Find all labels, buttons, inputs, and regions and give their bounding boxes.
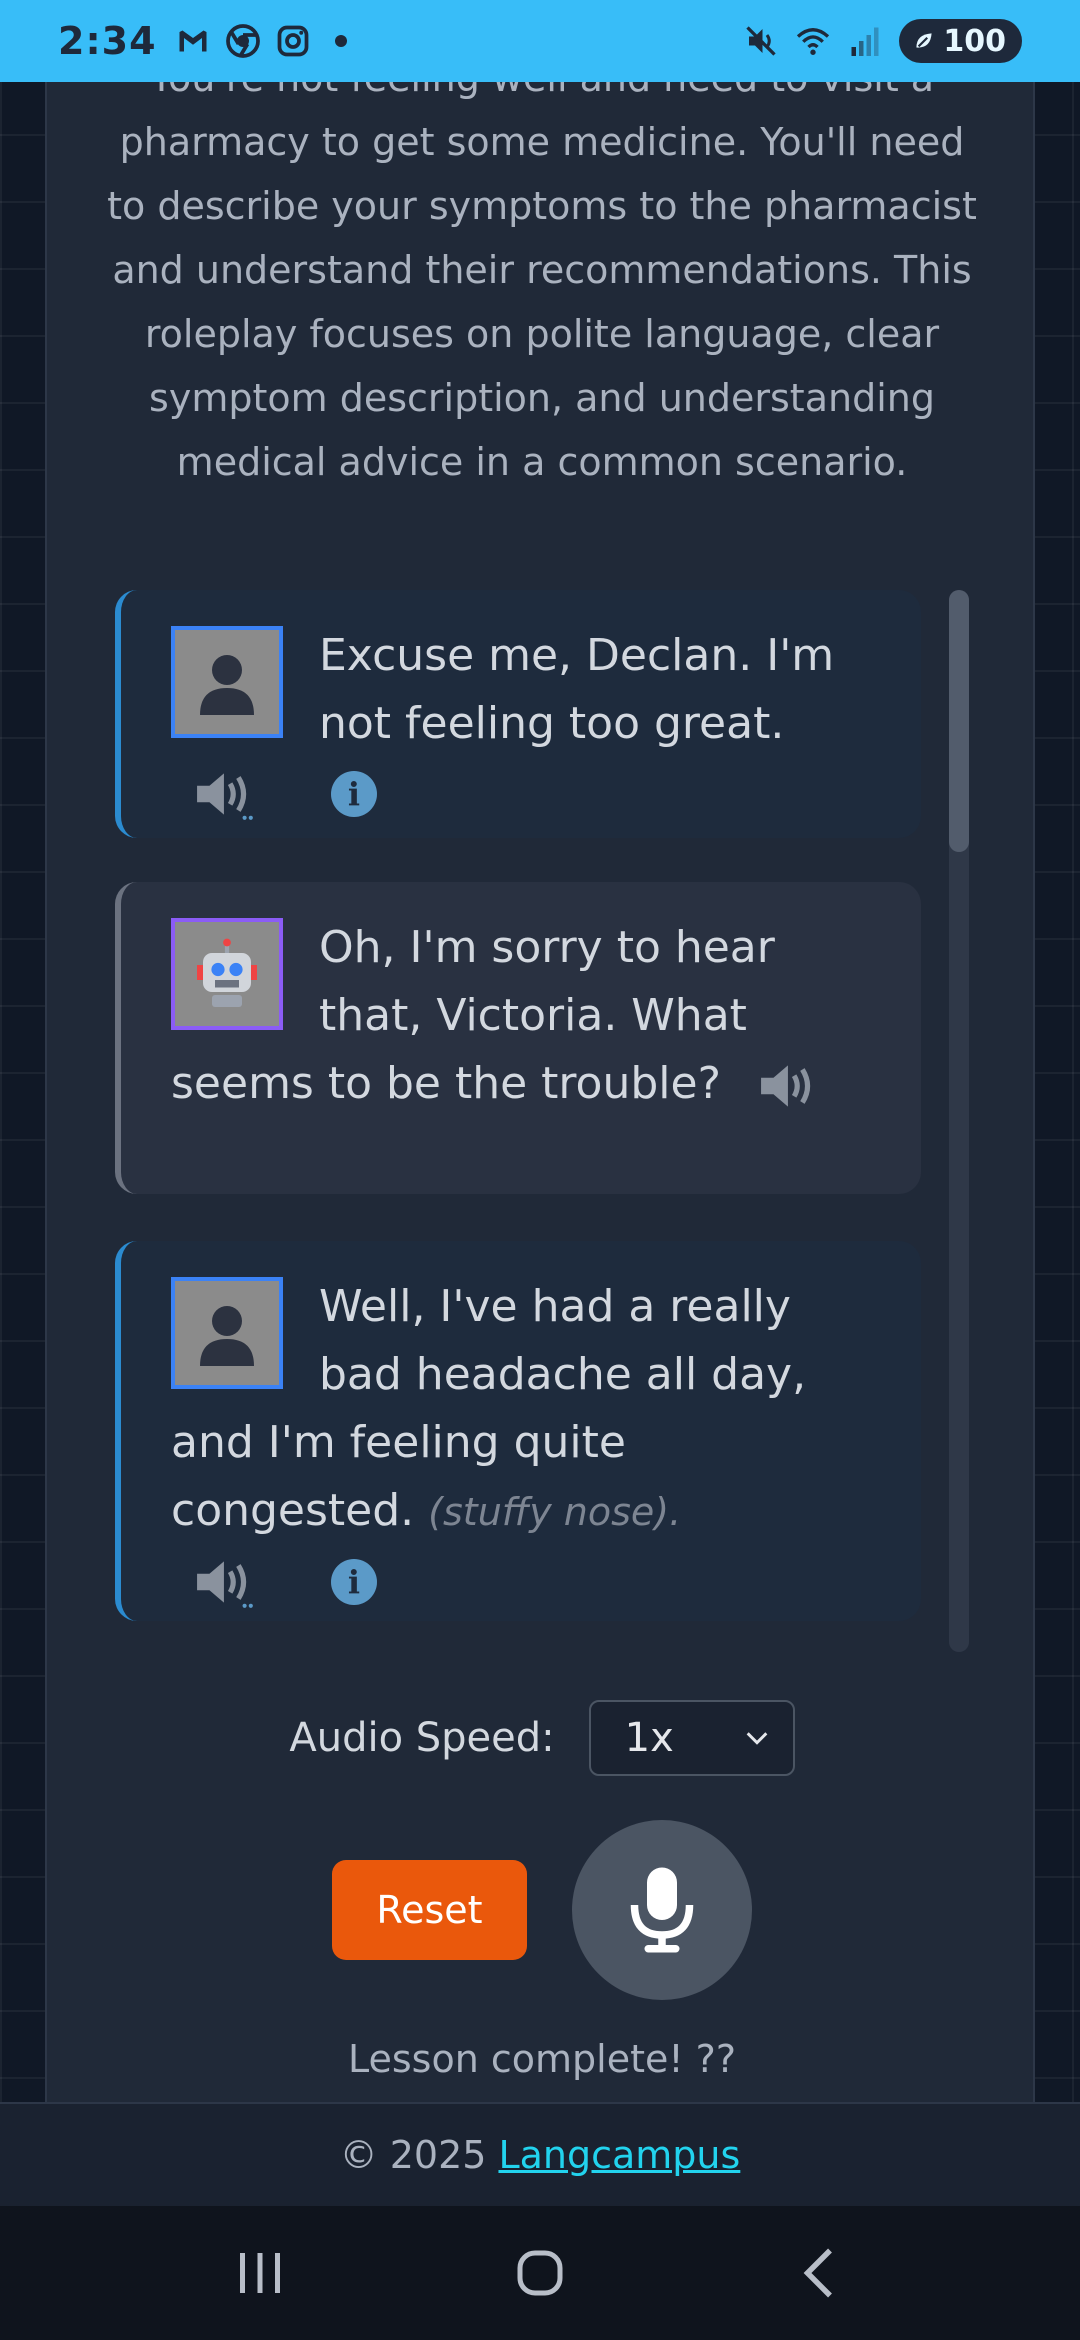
lesson-card: You're not feeling well and need to visi…: [45, 82, 1035, 2102]
info-icon[interactable]: i: [331, 1559, 377, 1605]
signal-icon: [851, 27, 879, 56]
chrome-icon: [225, 24, 260, 58]
user-avatar: [171, 1277, 283, 1389]
audio-speed-label: Audio Speed:: [289, 1715, 555, 1761]
message-bubble-user: Excuse me, Declan. I'm not feeling too g…: [115, 590, 921, 838]
audio-speed-row: Audio Speed: 1x: [47, 1700, 1033, 1776]
message-bubble-user: Well, I've had a really bad headache all…: [115, 1241, 921, 1621]
status-time: 2:34: [58, 19, 157, 63]
instagram-icon: [277, 25, 308, 57]
speaker-icon[interactable]: [759, 1058, 821, 1114]
footer: © 2025 Langcampus: [0, 2102, 1080, 2206]
langcampus-link[interactable]: Langcampus: [498, 2133, 740, 2177]
battery-saver-icon: [916, 33, 932, 48]
chat-area[interactable]: Excuse me, Declan. I'm not feeling too g…: [115, 590, 969, 1735]
speaker-icon[interactable]: [195, 766, 257, 822]
back-icon[interactable]: [790, 2243, 850, 2303]
battery-level: 100: [943, 23, 1006, 59]
user-silhouette-icon: [200, 1306, 254, 1366]
robot-icon: [197, 938, 257, 1007]
gmail-icon: [179, 30, 207, 52]
reset-button[interactable]: Reset: [332, 1860, 527, 1960]
microphone-icon: [630, 1867, 694, 1953]
bot-avatar: [171, 918, 283, 1030]
audio-speed-select[interactable]: 1x: [588, 1700, 795, 1776]
copyright-text: © 2025: [339, 2133, 487, 2177]
user-avatar: [171, 626, 283, 738]
status-bar: 2:34 100: [0, 0, 1080, 82]
chat-scrollbar[interactable]: [949, 590, 969, 1652]
mute-icon: [746, 26, 777, 56]
audio-speed-value: 1x: [624, 1715, 674, 1761]
speaker-icon[interactable]: [195, 1554, 257, 1610]
info-icon[interactable]: i: [331, 771, 377, 817]
lesson-description: You're not feeling well and need to visi…: [107, 82, 977, 484]
chat-scrollbar-thumb[interactable]: [949, 590, 969, 852]
lesson-status: Lesson complete! ??: [347, 2037, 737, 2081]
message-text: Excuse me, Declan. I'm not feeling too g…: [319, 630, 835, 749]
chevron-down-icon: [746, 1732, 768, 1745]
recent-apps-icon[interactable]: [230, 2243, 290, 2303]
message-bubble-bot: Oh, I'm sorry to hear that, Victoria. Wh…: [115, 882, 921, 1194]
message-gloss: (stuffy nose).: [428, 1490, 682, 1534]
system-navigation-bar: [0, 2206, 1080, 2340]
home-icon[interactable]: [510, 2243, 570, 2303]
dot-icon: [334, 35, 347, 47]
user-silhouette-icon: [200, 655, 254, 715]
battery-indicator: 100: [899, 19, 1022, 63]
notification-icons: [175, 23, 347, 59]
system-icons: 100: [743, 19, 1022, 63]
microphone-button[interactable]: [572, 1820, 752, 2000]
wifi-icon: [797, 28, 830, 55]
